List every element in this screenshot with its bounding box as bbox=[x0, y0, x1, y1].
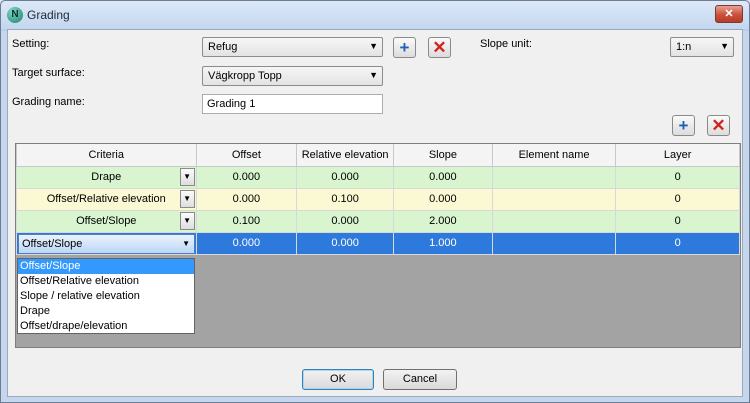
app-logo-icon: N bbox=[7, 7, 23, 23]
criteria-cell[interactable]: Offset/Slope ▼ bbox=[16, 209, 197, 233]
target-surface-value: Vägkropp Topp bbox=[208, 70, 282, 82]
window-close-button[interactable]: ✕ bbox=[715, 5, 743, 23]
plus-icon: + bbox=[399, 38, 410, 57]
column-header-slope[interactable]: Slope bbox=[393, 144, 493, 167]
title-bar[interactable]: N Grading ✕ bbox=[1, 1, 749, 29]
criteria-dropdown-button[interactable]: ▼ bbox=[179, 211, 195, 230]
column-header-layer[interactable]: Layer bbox=[615, 144, 740, 167]
dropdown-option[interactable]: Offset/Slope bbox=[18, 259, 194, 274]
offset-cell[interactable]: 0.000 bbox=[195, 187, 298, 211]
dropdown-option[interactable]: Offset/drape/elevation bbox=[18, 319, 194, 334]
dropdown-option[interactable]: Slope / relative elevation bbox=[18, 289, 194, 304]
grading-name-field[interactable] bbox=[202, 94, 383, 114]
relative-elevation-cell[interactable]: 0.000 bbox=[296, 209, 395, 233]
add-row-button[interactable]: + bbox=[672, 115, 695, 136]
grading-name-input[interactable] bbox=[203, 95, 382, 113]
target-surface-select[interactable]: Vägkropp Topp ▼ bbox=[202, 66, 383, 86]
criteria-dropdown-button[interactable]: ▼ bbox=[179, 189, 195, 208]
criteria-cell[interactable]: Drape ▼ bbox=[16, 165, 197, 189]
dropdown-option[interactable]: Offset/Relative elevation bbox=[18, 274, 194, 289]
layer-cell[interactable]: 0 bbox=[615, 231, 740, 255]
criteria-dropdown-list: Offset/Slope Offset/Relative elevation S… bbox=[17, 258, 195, 334]
element-name-cell[interactable] bbox=[491, 209, 617, 233]
slope-unit-label: Slope unit: bbox=[480, 38, 532, 50]
column-header-element-name[interactable]: Element name bbox=[491, 144, 617, 167]
slope-cell[interactable]: 0.000 bbox=[393, 165, 493, 189]
table-row[interactable]: Drape ▼ 0.000 0.000 0.000 0 bbox=[16, 165, 740, 189]
criteria-value: Drape bbox=[91, 171, 122, 183]
relative-elevation-cell[interactable]: 0.100 bbox=[296, 187, 395, 211]
element-name-cell[interactable] bbox=[491, 165, 617, 189]
layer-cell[interactable]: 0 bbox=[615, 187, 740, 211]
chevron-down-icon: ▼ bbox=[182, 238, 190, 248]
dropdown-option[interactable]: Drape bbox=[18, 304, 194, 319]
cancel-button[interactable]: Cancel bbox=[383, 369, 457, 390]
criteria-value: Offset/Relative elevation bbox=[46, 193, 166, 205]
grading-name-label: Grading name: bbox=[12, 96, 85, 108]
offset-cell[interactable]: 0.000 bbox=[195, 231, 298, 255]
table-row-selected[interactable]: Offset/Slope ▼ 0.000 0.000 1.000 0 bbox=[16, 231, 740, 255]
relative-elevation-cell[interactable]: 0.000 bbox=[296, 165, 395, 189]
dialog-body: Setting: Refug ▼ + ✕ Slope unit: 1:n ▼ T… bbox=[7, 29, 743, 397]
window-title: Grading bbox=[27, 8, 70, 22]
criteria-value: Offset/Slope bbox=[76, 215, 137, 227]
slope-cell[interactable]: 1.000 bbox=[393, 231, 493, 255]
delete-row-button[interactable]: ✕ bbox=[707, 115, 730, 136]
delete-x-icon: ✕ bbox=[711, 116, 726, 135]
slope-unit-select[interactable]: 1:n ▼ bbox=[670, 37, 734, 57]
chevron-down-icon: ▼ bbox=[720, 41, 729, 51]
criteria-value: Offset/Slope bbox=[22, 237, 83, 250]
column-header-relative-elevation[interactable]: Relative elevation bbox=[296, 144, 395, 167]
relative-elevation-cell[interactable]: 0.000 bbox=[296, 231, 395, 255]
delete-x-icon: ✕ bbox=[432, 38, 447, 57]
grading-dialog: N Grading ✕ Setting: Refug ▼ + ✕ Slope u… bbox=[0, 0, 750, 403]
chevron-down-icon: ▼ bbox=[369, 70, 378, 80]
layer-cell[interactable]: 0 bbox=[615, 165, 740, 189]
slope-unit-value: 1:n bbox=[676, 41, 692, 53]
element-name-cell[interactable] bbox=[491, 231, 617, 255]
table-row[interactable]: Offset/Slope ▼ 0.100 0.000 2.000 0 bbox=[16, 209, 740, 233]
criteria-dropdown-button[interactable]: ▼ bbox=[179, 167, 195, 186]
setting-label: Setting: bbox=[12, 38, 50, 50]
slope-cell[interactable]: 2.000 bbox=[393, 209, 493, 233]
element-name-cell[interactable] bbox=[491, 187, 617, 211]
offset-cell[interactable]: 0.100 bbox=[195, 209, 298, 233]
chevron-down-icon: ▼ bbox=[369, 41, 378, 51]
offset-cell[interactable]: 0.000 bbox=[195, 165, 298, 189]
setting-value: Refug bbox=[208, 41, 238, 53]
table-row[interactable]: Offset/Relative elevation ▼ 0.000 0.100 … bbox=[16, 187, 740, 211]
criteria-table: Criteria Offset Relative elevation Slope… bbox=[16, 144, 740, 255]
table-header-row: Criteria Offset Relative elevation Slope… bbox=[16, 144, 740, 167]
target-surface-label: Target surface: bbox=[12, 67, 85, 79]
setting-select[interactable]: Refug ▼ bbox=[202, 37, 383, 57]
delete-setting-button[interactable]: ✕ bbox=[428, 37, 451, 58]
plus-icon: + bbox=[678, 116, 689, 135]
criteria-cell[interactable]: Offset/Relative elevation ▼ bbox=[16, 187, 197, 211]
column-header-offset[interactable]: Offset bbox=[195, 144, 298, 167]
column-header-criteria[interactable]: Criteria bbox=[16, 144, 197, 167]
criteria-edit-select[interactable]: Offset/Slope ▼ bbox=[18, 233, 195, 254]
criteria-cell[interactable]: Offset/Slope ▼ bbox=[16, 231, 197, 255]
ok-button[interactable]: OK bbox=[302, 369, 374, 390]
add-setting-button[interactable]: + bbox=[393, 37, 416, 58]
slope-cell[interactable]: 0.000 bbox=[393, 187, 493, 211]
layer-cell[interactable]: 0 bbox=[615, 209, 740, 233]
